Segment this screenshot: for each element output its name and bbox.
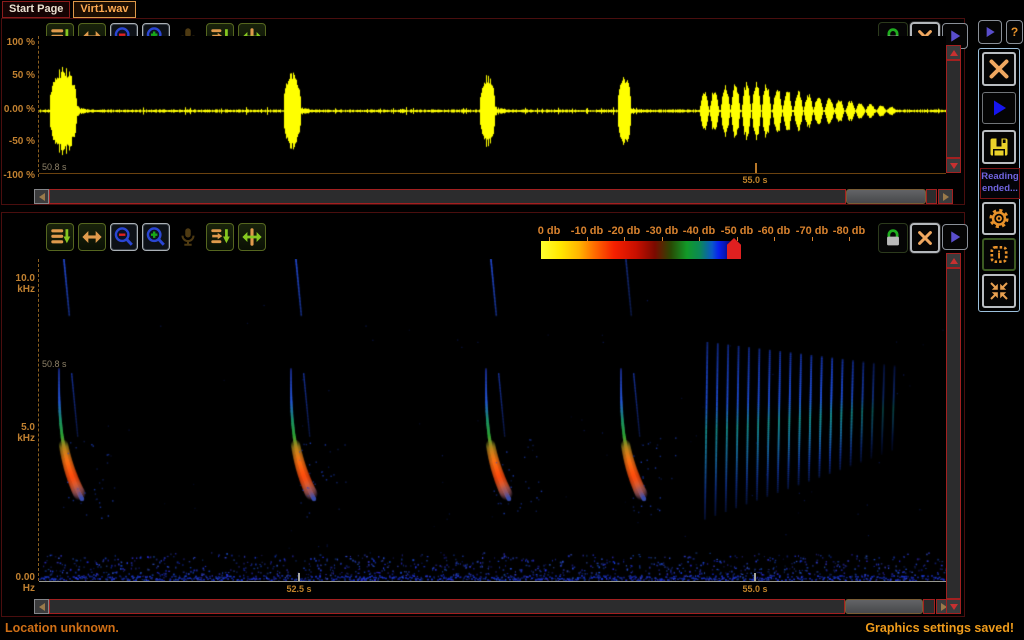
wave-y-label: 0.00 % bbox=[2, 104, 35, 115]
waveform-plot[interactable] bbox=[39, 36, 946, 176]
spec-vscroll-down-button[interactable] bbox=[946, 599, 961, 614]
spec-hscroll-track[interactable] bbox=[49, 599, 845, 614]
spec-time-tick bbox=[298, 573, 300, 581]
spectrogram-plot[interactable] bbox=[39, 259, 946, 581]
left-arrow-icon bbox=[39, 603, 45, 611]
tab-bar: Start Page Virt1.wav bbox=[2, 1, 136, 18]
spec-vscroll-track[interactable] bbox=[946, 268, 961, 599]
spec-y-axis bbox=[38, 259, 39, 581]
status-message-left: Location unknown. bbox=[5, 621, 119, 635]
close-icon bbox=[987, 57, 1011, 81]
spec-cursor-time-label: 50.8 s bbox=[42, 359, 67, 369]
global-play-button[interactable] bbox=[978, 20, 1002, 44]
sidebar-save-button[interactable] bbox=[982, 130, 1016, 164]
collapse-arrows-icon bbox=[987, 279, 1011, 303]
reading-status-label: Reading ended... bbox=[980, 168, 1020, 199]
sidebar-play-button[interactable] bbox=[982, 92, 1016, 124]
db-label: -80 db bbox=[827, 225, 871, 237]
up-arrow-icon bbox=[950, 258, 958, 264]
spec-time-tick-label: 52.5 s bbox=[279, 584, 319, 594]
close-view-button[interactable] bbox=[910, 223, 940, 253]
spec-time-tick-label: 55.0 s bbox=[735, 584, 775, 594]
info-icon: i bbox=[987, 243, 1011, 266]
zoom-in-button[interactable] bbox=[142, 223, 170, 251]
waveform-panel: 100 % 50 % 0.00 % -50 % -100 % 50.8 s 55… bbox=[1, 18, 965, 205]
wave-y-label: -50 % bbox=[2, 136, 35, 147]
play-icon bbox=[946, 228, 964, 246]
save-icon bbox=[987, 135, 1011, 159]
wave-vscroll-track[interactable] bbox=[946, 60, 961, 158]
spec-freq-label: 0.00 Hz bbox=[2, 572, 35, 594]
spec-time-tick bbox=[754, 573, 756, 581]
wave-vscroll-up-button[interactable] bbox=[946, 45, 961, 60]
wave-y-label: 100 % bbox=[2, 37, 35, 48]
wave-y-label: -100 % bbox=[2, 170, 35, 181]
down-arrow-icon bbox=[950, 604, 958, 610]
control-sidebar: Reading ended... i bbox=[978, 48, 1020, 312]
play-icon bbox=[982, 24, 998, 40]
wave-hscroll-thumb[interactable] bbox=[846, 189, 926, 204]
db-gradient-bar[interactable] bbox=[541, 241, 858, 259]
wave-time-tick bbox=[755, 163, 757, 173]
fit-vertical-button[interactable] bbox=[46, 223, 74, 251]
status-message-right: Graphics settings saved! bbox=[865, 621, 1014, 635]
wave-time-tick-label: 55.0 s bbox=[735, 175, 775, 185]
lock-icon bbox=[889, 231, 897, 237]
close-icon bbox=[915, 228, 935, 248]
wave-y-axis bbox=[38, 36, 39, 177]
wave-hscroll-track[interactable] bbox=[49, 189, 846, 204]
spec-vscroll-up-button[interactable] bbox=[946, 253, 961, 268]
wave-hscroll-track-end[interactable] bbox=[926, 189, 937, 204]
play-icon bbox=[986, 96, 1012, 120]
wave-hscroll-left-button[interactable] bbox=[34, 189, 49, 204]
wave-vscroll-down-button[interactable] bbox=[946, 158, 961, 173]
spec-hscroll-thumb[interactable] bbox=[845, 599, 923, 614]
sidebar-collapse-button[interactable] bbox=[982, 274, 1016, 308]
sidebar-settings-button[interactable] bbox=[982, 202, 1016, 235]
pan-horizontal-button[interactable] bbox=[238, 223, 266, 251]
play-icon bbox=[946, 27, 964, 45]
spec-hscroll-left-button[interactable] bbox=[34, 599, 49, 614]
fit-horizontal-button[interactable] bbox=[78, 223, 106, 251]
up-arrow-icon bbox=[950, 50, 958, 56]
spec-freq-label: 5.0 kHz bbox=[2, 422, 35, 444]
wave-hscroll-right-button[interactable] bbox=[938, 189, 953, 204]
tab-start-page[interactable]: Start Page bbox=[2, 1, 70, 18]
spec-freq-label: 10.0 kHz bbox=[2, 273, 35, 295]
spectrogram-panel: 0 db -10 db -20 db -30 db -40 db -50 db … bbox=[1, 212, 965, 617]
microphone-button[interactable] bbox=[174, 223, 202, 251]
right-arrow-icon bbox=[943, 193, 949, 201]
wave-time-axis bbox=[39, 173, 946, 174]
down-arrow-icon bbox=[950, 163, 958, 169]
tab-virt1-wav[interactable]: Virt1.wav bbox=[73, 1, 135, 18]
auto-scroll-button[interactable] bbox=[206, 223, 234, 251]
wave-y-label: 50 % bbox=[2, 70, 35, 81]
left-arrow-icon bbox=[39, 193, 45, 201]
play-view-button[interactable] bbox=[942, 224, 968, 250]
app-window: Start Page Virt1.wav bbox=[0, 0, 1024, 640]
wave-cursor-time-label: 50.8 s bbox=[42, 162, 67, 172]
spec-time-axis bbox=[39, 581, 946, 582]
spec-hscroll-track-end[interactable] bbox=[923, 599, 935, 614]
sidebar-info-button[interactable]: i bbox=[982, 238, 1016, 271]
svg-text:i: i bbox=[997, 250, 1001, 262]
gear-icon bbox=[987, 207, 1011, 230]
sidebar-close-button[interactable] bbox=[982, 52, 1016, 86]
lock-button[interactable] bbox=[878, 223, 908, 253]
zoom-out-button[interactable] bbox=[110, 223, 138, 251]
help-button[interactable]: ? bbox=[1006, 20, 1023, 44]
